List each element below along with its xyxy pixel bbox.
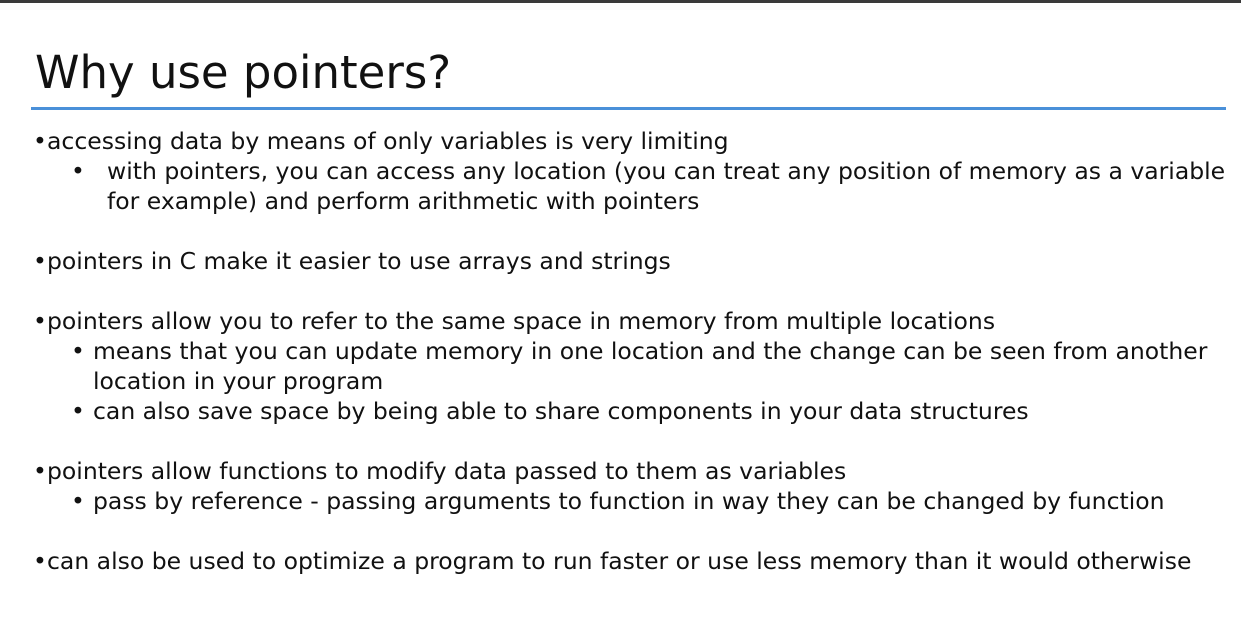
sub-bullet-list: pass by reference - passing arguments to…	[47, 486, 1228, 516]
slide-title: Why use pointers?	[35, 46, 452, 99]
bullet-text: pointers allow functions to modify data …	[47, 457, 847, 485]
bullet-item: accessing data by means of only variable…	[33, 126, 1228, 216]
sub-bullet-item: pass by reference - passing arguments to…	[71, 486, 1228, 516]
bullet-item: pointers in C make it easier to use arra…	[33, 246, 1228, 276]
bullet-item: pointers allow you to refer to the same …	[33, 306, 1228, 426]
bullet-text: can also be used to optimize a program t…	[47, 547, 1192, 575]
top-border	[0, 0, 1241, 3]
bullet-list: accessing data by means of only variable…	[33, 126, 1228, 576]
bullet-text: pointers in C make it easier to use arra…	[47, 247, 671, 275]
bullet-text: accessing data by means of only variable…	[47, 127, 729, 155]
sub-bullet-item: with pointers, you can access any locati…	[71, 156, 1228, 216]
sub-bullet-list: with pointers, you can access any locati…	[47, 156, 1228, 216]
sub-bullet-item: means that you can update memory in one …	[71, 336, 1228, 396]
title-underline	[31, 107, 1226, 110]
bullet-item: can also be used to optimize a program t…	[33, 546, 1228, 576]
sub-bullet-list: means that you can update memory in one …	[47, 336, 1228, 426]
bullet-text: pointers allow you to refer to the same …	[47, 307, 996, 335]
sub-bullet-item: can also save space by being able to sha…	[71, 396, 1228, 426]
bullet-item: pointers allow functions to modify data …	[33, 456, 1228, 516]
